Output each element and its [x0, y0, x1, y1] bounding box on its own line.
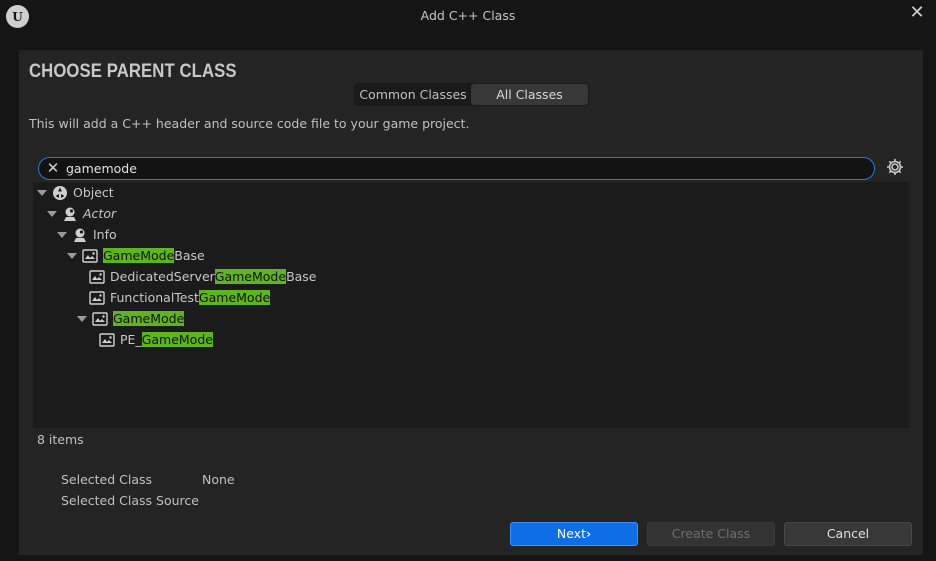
next-button-label: Next [556, 526, 586, 541]
description-text: This will add a C++ header and source co… [29, 116, 470, 131]
gamemode-icon [99, 332, 115, 347]
gamemode-icon [89, 269, 105, 284]
expand-arrow-icon[interactable] [47, 210, 57, 217]
search-box: ✕ [38, 157, 875, 180]
class-tree: Object Actor Info GameModeBase Dedicated… [33, 182, 909, 428]
selected-class-source-label: Selected Class Source [61, 493, 199, 508]
tree-row-info[interactable]: Info [57, 224, 117, 245]
tab-common-classes[interactable]: Common Classes [355, 84, 471, 105]
tree-label: Object [73, 185, 114, 200]
selected-class-value: None [202, 472, 235, 487]
tree-label: GameMode [113, 311, 185, 326]
actor-icon [74, 228, 86, 242]
tree-label: GameModeBase [103, 248, 205, 263]
tab-all-classes[interactable]: All Classes [471, 84, 588, 105]
tree-label: DedicatedServerGameModeBase [110, 269, 317, 284]
tree-row-functionaltestgamemode[interactable]: FunctionalTestGameMode [89, 287, 271, 308]
tree-label: Info [93, 227, 117, 242]
page-title: CHOOSE PARENT CLASS [29, 61, 237, 82]
gear-icon[interactable] [885, 157, 905, 177]
object-icon [53, 185, 67, 200]
tree-label: PE_GameMode [120, 332, 213, 347]
chevron-right-icon: › [585, 526, 592, 541]
item-count: 8 items [37, 432, 84, 447]
gamemode-icon [92, 311, 108, 326]
class-filter-tabs: Common Classes All Classes [354, 83, 589, 106]
tree-label: Actor [83, 206, 117, 221]
tree-row-gamemodebase[interactable]: GameModeBase [67, 245, 205, 266]
tree-row-dedicatedservergamemodebase[interactable]: DedicatedServerGameModeBase [89, 266, 317, 287]
gamemode-icon [89, 290, 105, 305]
expand-arrow-icon[interactable] [67, 252, 77, 259]
cancel-button[interactable]: Cancel [784, 522, 912, 546]
close-icon[interactable]: ✕ [906, 3, 928, 25]
tree-row-pe-gamemode[interactable]: PE_GameMode [99, 329, 213, 350]
search-input[interactable] [66, 159, 846, 178]
window-title: Add C++ Class [420, 8, 516, 23]
expand-arrow-icon[interactable] [77, 315, 87, 322]
next-button[interactable]: Next› [510, 522, 638, 546]
tree-label: FunctionalTestGameMode [110, 290, 271, 305]
tree-row-actor[interactable]: Actor [47, 203, 116, 224]
gamemode-icon [82, 248, 98, 263]
tree-row-object[interactable]: Object [37, 182, 114, 203]
title-bar: U Add C++ Class ✕ [0, 0, 936, 34]
dialog-panel: CHOOSE PARENT CLASS Common Classes All C… [19, 50, 923, 555]
selected-class-label: Selected Class [61, 472, 153, 487]
actor-icon [64, 207, 76, 221]
expand-arrow-icon[interactable] [57, 231, 67, 238]
clear-search-icon[interactable]: ✕ [45, 160, 61, 176]
create-class-button[interactable]: Create Class [647, 522, 775, 546]
tree-row-gamemode[interactable]: GameMode [77, 308, 185, 329]
expand-arrow-icon[interactable] [37, 189, 47, 196]
